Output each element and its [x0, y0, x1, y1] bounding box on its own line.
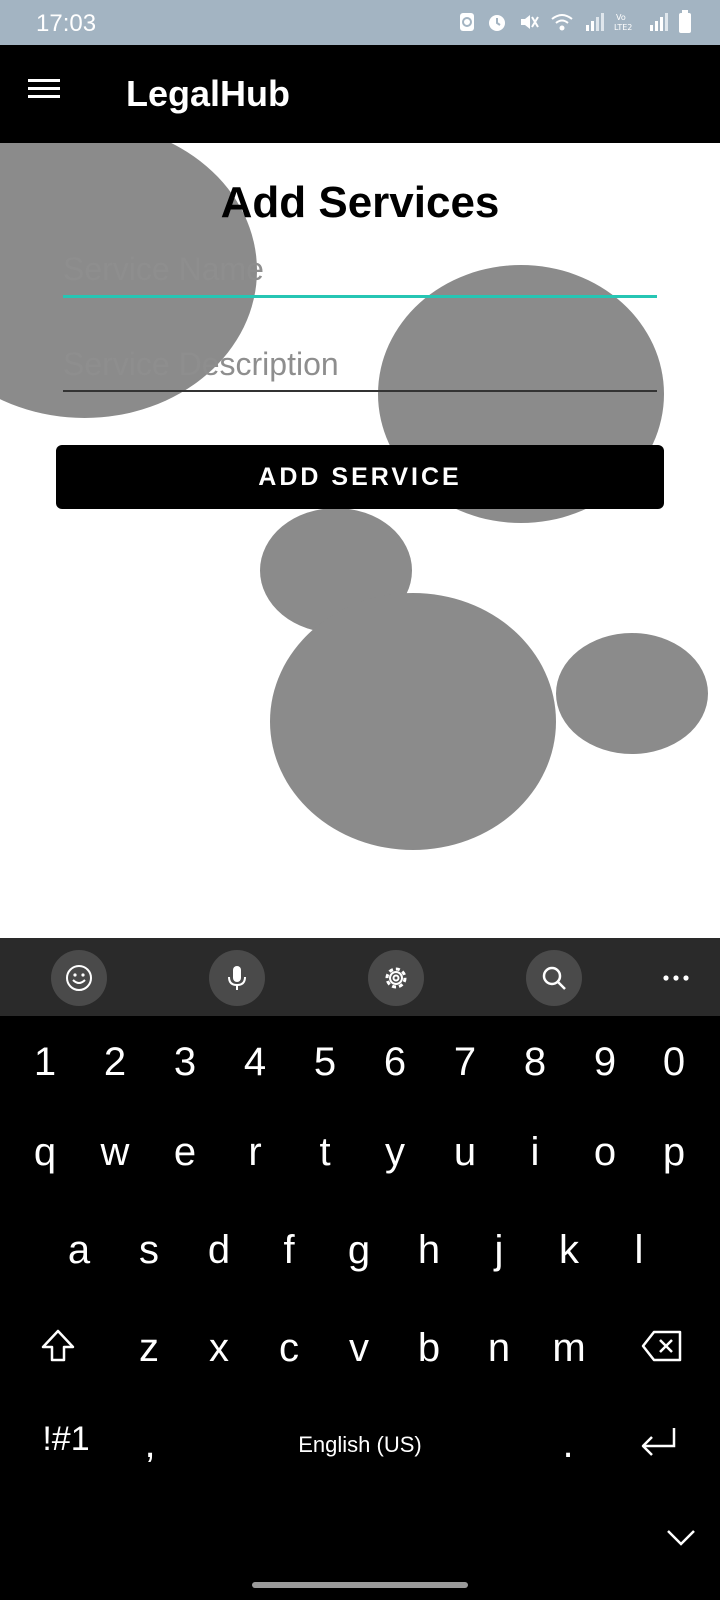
- enter-icon[interactable]: [632, 1422, 684, 1466]
- app-title: LegalHub: [126, 73, 291, 114]
- page-title: Add Services: [220, 178, 500, 227]
- add-services-form: Add Services ADD SERVICE: [0, 143, 720, 938]
- hamburger-menu-icon[interactable]: [26, 73, 72, 115]
- key-h[interactable]: h: [398, 1228, 460, 1273]
- key-v[interactable]: v: [328, 1326, 390, 1371]
- status-icons: Vo LTE2: [458, 9, 692, 39]
- key-6[interactable]: 6: [364, 1040, 426, 1085]
- key-m[interactable]: m: [538, 1326, 600, 1371]
- key-s[interactable]: s: [118, 1228, 180, 1273]
- key-f[interactable]: f: [258, 1228, 320, 1273]
- service-description-input[interactable]: [63, 336, 657, 392]
- battery-icon: [678, 9, 692, 39]
- key-n[interactable]: n: [468, 1326, 530, 1371]
- key-period[interactable]: .: [538, 1422, 598, 1467]
- emoji-icon[interactable]: [51, 950, 107, 1006]
- status-time: 17:03: [36, 10, 97, 37]
- key-0[interactable]: 0: [643, 1040, 705, 1085]
- app-bar: LegalHub: [0, 45, 720, 143]
- key-8[interactable]: 8: [504, 1040, 566, 1085]
- signal-icon-2: [648, 11, 668, 38]
- key-4[interactable]: 4: [224, 1040, 286, 1085]
- key-5[interactable]: 5: [294, 1040, 356, 1085]
- key-comma[interactable]: ,: [120, 1422, 180, 1467]
- svg-text:Vo: Vo: [616, 13, 626, 22]
- service-description-field: [63, 336, 657, 392]
- service-name-field: [63, 241, 657, 297]
- key-a[interactable]: a: [48, 1228, 110, 1273]
- service-name-underline: [63, 295, 657, 298]
- hide-keyboard-icon[interactable]: [662, 1514, 700, 1546]
- key-c[interactable]: c: [258, 1326, 320, 1371]
- backspace-icon[interactable]: [636, 1328, 688, 1368]
- key-p[interactable]: p: [643, 1130, 705, 1175]
- key-t[interactable]: t: [294, 1130, 356, 1175]
- key-l[interactable]: l: [608, 1228, 670, 1273]
- symbols-key[interactable]: !#1: [30, 1420, 102, 1459]
- soft-keyboard: 1 2 3 4 5 6 7 8 9 0 q w e r t y u i o p …: [0, 938, 720, 1600]
- background-bubble: [270, 593, 556, 850]
- key-w[interactable]: w: [84, 1130, 146, 1175]
- key-u[interactable]: u: [434, 1130, 496, 1175]
- sync-icon: [458, 11, 476, 38]
- key-y[interactable]: y: [364, 1130, 426, 1175]
- service-description-underline: [63, 390, 657, 392]
- key-j[interactable]: j: [468, 1228, 530, 1273]
- signal-icon: [584, 11, 604, 38]
- volte-icon: Vo LTE2: [614, 11, 638, 38]
- key-1[interactable]: 1: [14, 1040, 76, 1085]
- more-icon[interactable]: [648, 950, 704, 1006]
- add-service-button[interactable]: ADD SERVICE: [56, 445, 664, 509]
- key-e[interactable]: e: [154, 1130, 216, 1175]
- key-7[interactable]: 7: [434, 1040, 496, 1085]
- microphone-icon[interactable]: [209, 950, 265, 1006]
- keyboard-toolbar: [0, 938, 720, 1016]
- key-2[interactable]: 2: [84, 1040, 146, 1085]
- key-b[interactable]: b: [398, 1326, 460, 1371]
- alarm-icon: [486, 11, 508, 38]
- key-3[interactable]: 3: [154, 1040, 216, 1085]
- key-9[interactable]: 9: [574, 1040, 636, 1085]
- navigation-handle[interactable]: [252, 1582, 468, 1588]
- key-k[interactable]: k: [538, 1228, 600, 1273]
- background-bubble: [556, 633, 708, 754]
- service-name-input[interactable]: [63, 241, 657, 297]
- settings-icon[interactable]: [368, 950, 424, 1006]
- svg-text:LTE2: LTE2: [614, 23, 632, 32]
- key-d[interactable]: d: [188, 1228, 250, 1273]
- wifi-icon: [550, 11, 574, 38]
- key-g[interactable]: g: [328, 1228, 390, 1273]
- key-r[interactable]: r: [224, 1130, 286, 1175]
- key-x[interactable]: x: [188, 1326, 250, 1371]
- key-o[interactable]: o: [574, 1130, 636, 1175]
- search-icon[interactable]: [526, 950, 582, 1006]
- shift-icon[interactable]: [30, 1326, 86, 1370]
- key-z[interactable]: z: [118, 1326, 180, 1371]
- mute-icon: [518, 11, 540, 38]
- key-q[interactable]: q: [14, 1130, 76, 1175]
- status-bar: 17:03 Vo LTE2: [0, 0, 720, 45]
- key-i[interactable]: i: [504, 1130, 566, 1175]
- space-key[interactable]: English (US): [204, 1432, 516, 1458]
